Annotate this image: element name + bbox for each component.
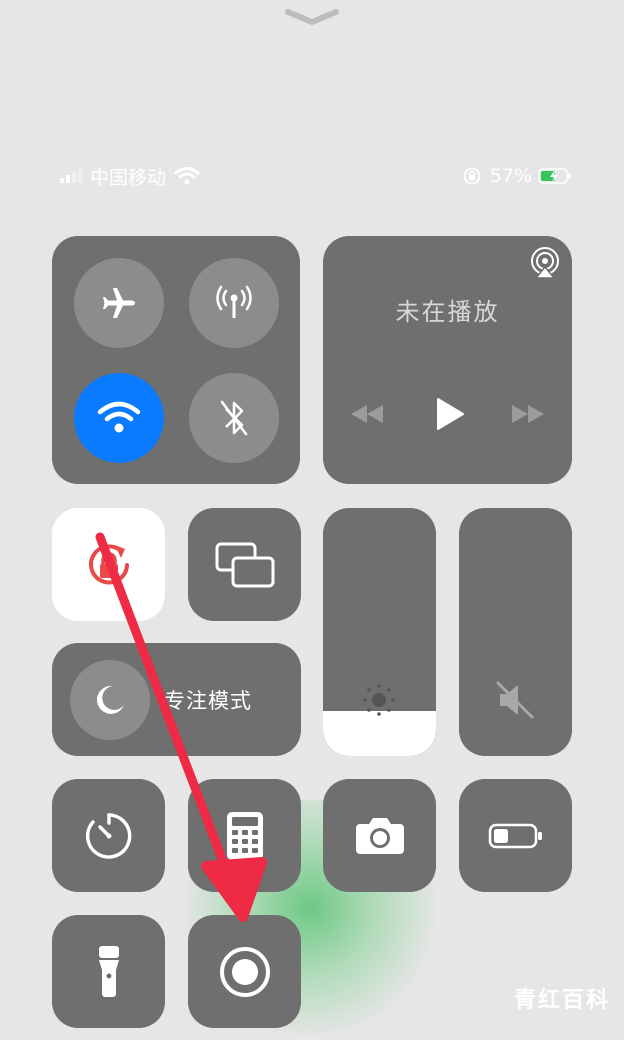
now-playing-title: 未在播放: [395, 298, 500, 326]
cellular-data-toggle[interactable]: [189, 258, 279, 348]
screen-recording-button[interactable]: [188, 915, 301, 1028]
airplane-icon: [103, 288, 135, 318]
screen-mirroring-icon: [215, 542, 274, 587]
calculator-button[interactable]: [188, 779, 301, 892]
calculator-icon: [226, 811, 263, 860]
bluetooth-toggle[interactable]: [189, 373, 279, 463]
flashlight-icon: [98, 945, 119, 997]
chevron-down-icon[interactable]: [284, 8, 340, 28]
fast-forward-icon[interactable]: [510, 403, 546, 425]
focus-mode-label: 专注模式: [164, 689, 252, 713]
now-playing-module[interactable]: 未在播放: [323, 236, 572, 484]
brightness-slider[interactable]: [323, 508, 436, 756]
camera-button[interactable]: [323, 779, 436, 892]
airplay-icon[interactable]: [528, 246, 562, 280]
record-icon: [219, 946, 270, 997]
status-bar-right: 57%: [462, 164, 572, 188]
airplane-mode-toggle[interactable]: [74, 258, 164, 348]
timer-icon: [85, 812, 131, 859]
flashlight-button[interactable]: [52, 915, 165, 1028]
signal-strength-icon: [60, 169, 82, 183]
wifi-status-icon: [174, 167, 200, 185]
battery-icon: [488, 823, 542, 848]
bluetooth-off-icon: [220, 400, 248, 436]
rotation-lock-icon: [88, 543, 129, 584]
speaker-muted-icon: [496, 681, 534, 719]
wifi-icon: [97, 401, 141, 433]
play-icon[interactable]: [434, 396, 466, 432]
volume-slider[interactable]: [459, 508, 572, 756]
antenna-icon: [216, 285, 252, 318]
battery-charging-icon: [538, 168, 571, 184]
carrier-name: 中国移动: [90, 166, 167, 189]
low-power-mode-button[interactable]: [459, 779, 572, 892]
orientation-lock-status-icon: [463, 167, 481, 185]
timer-button[interactable]: [52, 779, 165, 892]
connectivity-module: [52, 236, 300, 484]
status-bar-left: 中国移动: [60, 164, 200, 189]
battery-percent: 57%: [489, 165, 532, 187]
sun-icon: [363, 684, 395, 716]
watermark: 青红百科: [513, 988, 610, 1013]
focus-mode-button[interactable]: 专注模式: [52, 643, 301, 756]
rewind-icon[interactable]: [349, 403, 385, 425]
camera-icon: [355, 817, 404, 854]
moon-icon-circle: [70, 660, 150, 740]
wifi-toggle[interactable]: [74, 373, 164, 463]
screen-mirroring-button[interactable]: [188, 508, 301, 621]
moon-icon: [96, 685, 124, 714]
rotation-lock-toggle[interactable]: [52, 508, 165, 621]
